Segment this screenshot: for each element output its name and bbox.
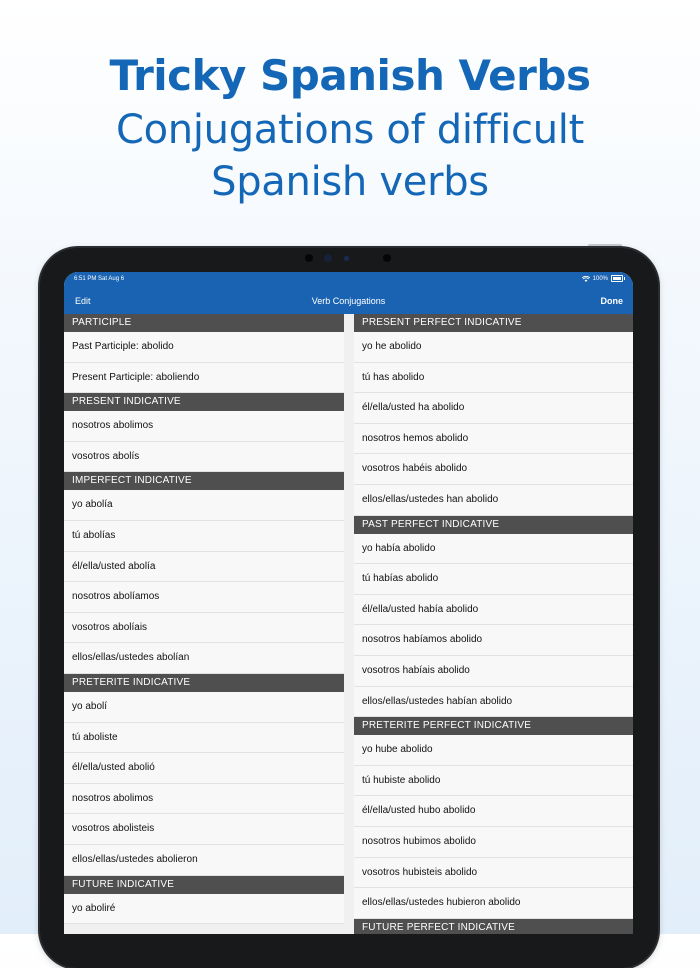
promo-subtitle-line-2: Spanish verbs bbox=[211, 159, 489, 205]
conjugation-content: PARTICIPLE Past Participle: abolido Presen… bbox=[64, 314, 633, 934]
conjugation-row[interactable]: ellos/ellas/ustedes abolieron bbox=[64, 844, 344, 876]
conjugation-row[interactable]: nosotros abolimos bbox=[64, 783, 344, 815]
conjugation-row[interactable]: él/ella/usted ha abolido bbox=[354, 393, 633, 424]
conjugation-row[interactable]: vosotros abolís bbox=[64, 441, 344, 473]
front-camera-icon bbox=[305, 254, 313, 262]
conjugation-row[interactable]: ellos/ellas/ustedes habían abolido bbox=[354, 686, 633, 718]
conjugation-row[interactable]: nosotros abolíamos bbox=[64, 582, 344, 613]
section-header: PARTICIPLE bbox=[64, 314, 344, 332]
conjugation-row[interactable]: nosotros hubimos abolido bbox=[354, 826, 633, 858]
status-time: 6:51 PM Sat Aug 6 bbox=[74, 276, 125, 282]
conjugation-row[interactable]: vosotros habíais abolido bbox=[354, 655, 633, 687]
conjugation-row[interactable]: ellos/ellas/ustedes han abolido bbox=[354, 484, 633, 516]
conjugation-row[interactable]: vosotros abolíais bbox=[64, 612, 344, 644]
conjugation-row[interactable]: vosotros hubisteis abolido bbox=[354, 857, 633, 889]
status-bar: 6:51 PM Sat Aug 6 100% bbox=[64, 272, 633, 287]
battery-percent: 100% bbox=[592, 275, 608, 282]
conjugation-row[interactable]: tú habías abolido bbox=[354, 564, 633, 595]
conjugation-row[interactable]: él/ella/usted hubo abolido bbox=[354, 796, 633, 827]
ambient-sensor-icon bbox=[344, 256, 349, 261]
conjugation-row[interactable]: ellos/ellas/ustedes abolían bbox=[64, 643, 344, 674]
conjugation-row[interactable]: él/ella/usted abolía bbox=[64, 551, 344, 583]
conjugation-row[interactable]: yo había abolido bbox=[354, 533, 633, 565]
conjugation-row[interactable]: yo he abolido bbox=[354, 332, 633, 363]
camera-lens-icon bbox=[324, 254, 332, 262]
nav-title: Verb Conjugations bbox=[311, 296, 386, 306]
battery-icon bbox=[611, 275, 625, 282]
section-header: PRETERITE INDICATIVE bbox=[64, 673, 344, 692]
section-header: PAST PERFECT INDICATIVE bbox=[354, 515, 633, 534]
conjugation-row[interactable]: él/ella/usted había abolido bbox=[354, 594, 633, 626]
app-screen: 6:51 PM Sat Aug 6 100% Edit Verb Conjuga… bbox=[64, 272, 633, 934]
conjugation-row[interactable]: yo aboliré bbox=[64, 893, 344, 925]
conjugation-row[interactable]: tú has abolido bbox=[354, 362, 633, 394]
promo-title: Tricky Spanish Verbs bbox=[109, 51, 591, 100]
promo-subtitle-line-1: Conjugations of difficult bbox=[116, 107, 584, 153]
wifi-icon bbox=[581, 275, 590, 282]
conjugation-row[interactable]: yo abolí bbox=[64, 691, 344, 723]
conjugation-row[interactable]: nosotros abolimos bbox=[64, 411, 344, 442]
device-top-button bbox=[588, 244, 622, 247]
conjugation-row[interactable]: ellos/ellas/ustedes hubieron abolido bbox=[354, 888, 633, 919]
section-header: PRESENT INDICATIVE bbox=[64, 393, 344, 412]
conjugation-row[interactable]: Past Participle: abolido bbox=[64, 332, 344, 363]
conjugation-row[interactable]: nosotros hemos abolido bbox=[354, 423, 633, 455]
section-header: PRETERITE PERFECT INDICATIVE bbox=[354, 717, 633, 736]
right-column[interactable]: PRESENT PERFECT INDICATIVE yo he abolido t… bbox=[354, 314, 633, 934]
left-column[interactable]: PARTICIPLE Past Participle: abolido Presen… bbox=[64, 314, 344, 925]
conjugation-row[interactable]: yo abolía bbox=[64, 490, 344, 521]
conjugation-row[interactable]: yo hube abolido bbox=[354, 735, 633, 766]
section-header: PRESENT PERFECT INDICATIVE bbox=[354, 314, 633, 332]
conjugation-row[interactable]: tú abolías bbox=[64, 520, 344, 552]
conjugation-row[interactable]: tú aboliste bbox=[64, 722, 344, 754]
section-header: FUTURE INDICATIVE bbox=[64, 875, 344, 894]
promo-heading: Tricky Spanish Verbs Conjugations of dif… bbox=[0, 48, 700, 208]
status-indicators: 100% bbox=[581, 275, 625, 282]
section-header: FUTURE PERFECT INDICATIVE bbox=[354, 918, 633, 934]
done-button[interactable]: Done bbox=[601, 296, 624, 306]
proximity-sensor-icon bbox=[383, 254, 391, 262]
conjugation-row[interactable]: tú hubiste abolido bbox=[354, 765, 633, 797]
conjugation-row[interactable]: nosotros habíamos abolido bbox=[354, 625, 633, 656]
conjugation-row[interactable]: Present Participle: aboliendo bbox=[64, 362, 344, 394]
section-header: IMPERFECT INDICATIVE bbox=[64, 472, 344, 491]
conjugation-row[interactable]: vosotros habéis abolido bbox=[354, 454, 633, 485]
conjugation-row[interactable]: vosotros abolisteis bbox=[64, 814, 344, 845]
navigation-bar: Edit Verb Conjugations Done bbox=[64, 287, 633, 314]
conjugation-row[interactable]: él/ella/usted abolió bbox=[64, 753, 344, 784]
